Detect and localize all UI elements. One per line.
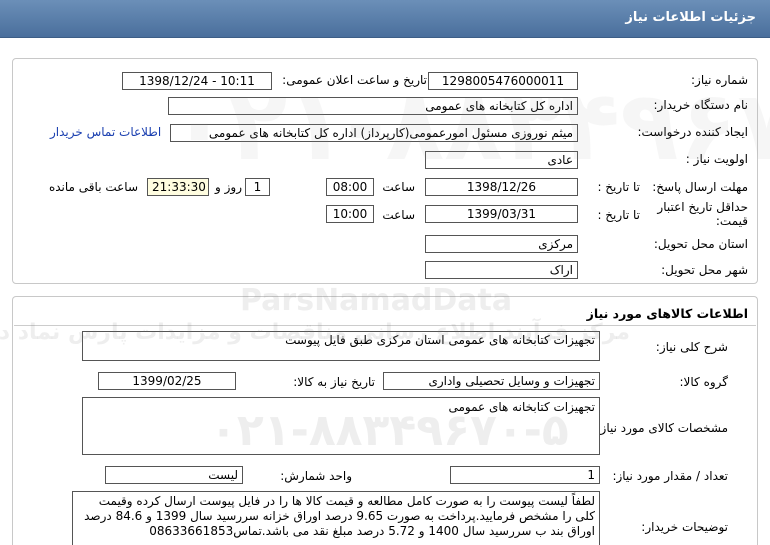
buyer-notes-field: لطفاً لیست پیوست را به صورت کامل مطالعه … [72, 491, 600, 545]
deadline-to-date-label: تا تاریخ : [597, 180, 640, 194]
requester-field: میثم نوروزی مسئول امورعمومی(کارپرداز) اد… [170, 124, 578, 142]
announce-label: تاریخ و ساعت اعلان عمومی: [282, 73, 427, 87]
specs-field: تجهیزات کتابخانه های عمومی [82, 397, 600, 455]
buyer-org-field: اداره کل کتابخانه های عمومی [168, 97, 578, 115]
validity-time-label: ساعت [382, 208, 415, 222]
need-info-panel [12, 58, 758, 284]
remaining-time-label: ساعت باقی مانده [48, 180, 138, 194]
priority-field: عادی [425, 151, 578, 169]
goods-group-field: تجهیزات و وسایل تحصیلی واداری [383, 372, 600, 390]
goods-title-divider [14, 325, 756, 326]
need-date-field: 1399/02/25 [98, 372, 236, 390]
days-label: روز و [215, 180, 242, 194]
remaining-time-field: 21:33:30 [147, 178, 209, 196]
page-title: جزئیات اطلاعات نیاز [625, 10, 756, 25]
specs-label: مشخصات کالای مورد نیاز: [596, 421, 728, 435]
priority-label: اولویت نیاز : [685, 152, 748, 166]
validity-time-field: 10:00 [326, 205, 374, 223]
province-field: مرکزی [425, 235, 578, 253]
summary-field: تجهیزات کتابخانه های عمومی استان مرکزی ط… [82, 331, 600, 361]
requester-label: ایجاد کننده درخواست: [637, 125, 748, 139]
validity-label-line1: حداقل تاریخ اعتبار [657, 200, 748, 214]
need-number-field: 1298005476000011 [428, 72, 578, 90]
goods-group-label: گروه کالا: [679, 375, 729, 389]
goods-panel-title: اطلاعات کالاهای مورد نیاز [586, 306, 748, 321]
city-label: شهر محل تحویل: [661, 263, 748, 277]
validity-label-line2: قیمت: [715, 214, 748, 228]
unit-field: لیست [105, 466, 243, 484]
qty-field: 1 [450, 466, 600, 484]
buyer-notes-label: توضیحات خریدار: [641, 520, 728, 534]
announce-field: 1398/12/24 - 10:11 [122, 72, 272, 90]
deadline-time-label: ساعت [382, 180, 415, 194]
need-date-label: تاریخ نیاز به کالا: [293, 375, 375, 389]
unit-label: واحد شمارش: [280, 469, 352, 483]
validity-to-date-label: تا تاریخ : [597, 208, 640, 222]
city-field: اراک [425, 261, 578, 279]
buyer-contact-link[interactable]: اطلاعات تماس خریدار [50, 125, 161, 139]
days-field: 1 [245, 178, 270, 196]
buyer-org-label: نام دستگاه خریدار: [653, 98, 749, 112]
province-label: استان محل تحویل: [653, 237, 748, 251]
qty-label: تعداد / مقدار مورد نیاز: [612, 469, 728, 483]
deadline-label: مهلت ارسال پاسخ: [652, 180, 748, 194]
deadline-date-field: 1398/12/26 [425, 178, 578, 196]
deadline-time-field: 08:00 [326, 178, 374, 196]
validity-date-field: 1399/03/31 [425, 205, 578, 223]
need-number-label: شماره نیاز: [691, 73, 748, 87]
summary-label: شرح کلی نیاز: [655, 340, 728, 354]
